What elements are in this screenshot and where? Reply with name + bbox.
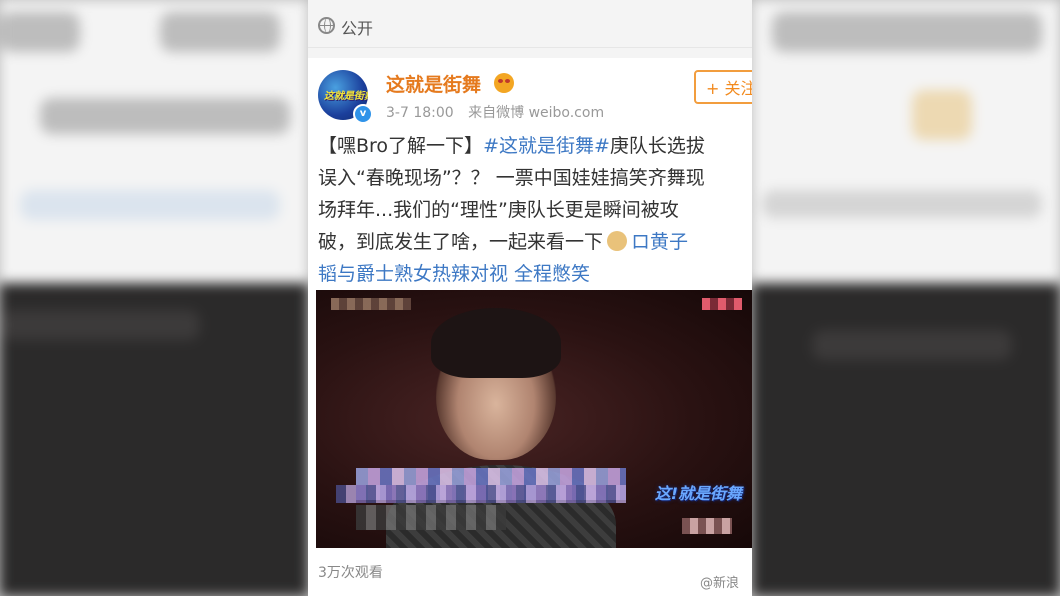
video-player[interactable]: 这!就是街舞 — [316, 290, 752, 548]
mosaic-caption-top-right — [702, 298, 742, 310]
divider — [308, 48, 752, 58]
globe-icon — [318, 17, 335, 34]
mosaic-logo-caption — [682, 518, 732, 534]
post-text-line: 误入“春晚现场”？？ 一票中国娃娃搞笑齐舞现 — [318, 162, 752, 194]
show-logo: 这!就是街舞 — [654, 484, 742, 503]
post-text-line: 场拜年...我们的“理性”庚队长更是瞬间被攻 — [318, 194, 752, 226]
video-link[interactable]: ロ黄子 — [631, 231, 688, 253]
post-text-line: 破，到底发生了啥，一起来看一下 ロ黄子 — [318, 226, 752, 258]
mosaic-subtitle-2 — [336, 485, 626, 503]
post-source: 来自微博 weibo.com — [468, 105, 605, 121]
topic-hashtag-link[interactable]: #这就是街舞# — [483, 135, 610, 157]
mosaic-lower — [356, 505, 506, 530]
post-text-segment: 场拜年...我们的“理性”庚队长更是瞬间被攻 — [318, 199, 679, 221]
mosaic-caption-top-left — [331, 298, 411, 310]
avatar-logo-text: 这就是街舞 — [324, 91, 368, 102]
visibility-bar: 公开 — [308, 0, 752, 48]
emoji-icon — [494, 73, 514, 93]
view-count: 3万次观看 — [318, 565, 383, 581]
blurred-background-left — [0, 0, 308, 596]
verified-badge-icon: v — [353, 104, 373, 124]
post-text-segment: 破，到底发生了啥，一起来看一下 — [318, 231, 604, 253]
post-username[interactable]: 这就是街舞 — [386, 70, 481, 97]
doge-emoji-icon — [607, 231, 628, 251]
video-link[interactable]: 韬与爵士熟女热辣对视 全程憋笑 — [318, 263, 590, 285]
weibo-post-card: 公开 这就是街舞 v 这就是街舞 3-7 18:00 来自微博 weibo.co… — [308, 0, 752, 596]
post-date: 3-7 18:00 — [386, 105, 454, 121]
follow-button[interactable]: + 关注 — [694, 70, 752, 104]
video-person-hair — [431, 308, 561, 378]
post-text-segment: 庚队长选拔 — [609, 135, 705, 157]
post-meta: 3-7 18:00 来自微博 weibo.com — [386, 102, 614, 122]
post-text-line: 【嘿Bro了解一下】#这就是街舞#庚队长选拔 — [318, 130, 752, 162]
blurred-background-right — [752, 0, 1060, 596]
visibility-label: 公开 — [341, 19, 374, 38]
post-text-segment: 【嘿Bro了解一下】 — [318, 135, 484, 157]
post-body-text: 【嘿Bro了解一下】#这就是街舞#庚队长选拔误入“春晚现场”？？ 一票中国娃娃搞… — [318, 130, 752, 290]
watermark: @新浪 — [700, 576, 740, 591]
screenshot-stage: 公开 这就是街舞 v 这就是街舞 3-7 18:00 来自微博 weibo.co… — [0, 0, 1060, 596]
post-text-line: 韬与爵士熟女热辣对视 全程憋笑 — [318, 258, 752, 290]
post-text-segment: 误入“春晚现场”？？ 一票中国娃娃搞笑齐舞现 — [318, 167, 705, 189]
